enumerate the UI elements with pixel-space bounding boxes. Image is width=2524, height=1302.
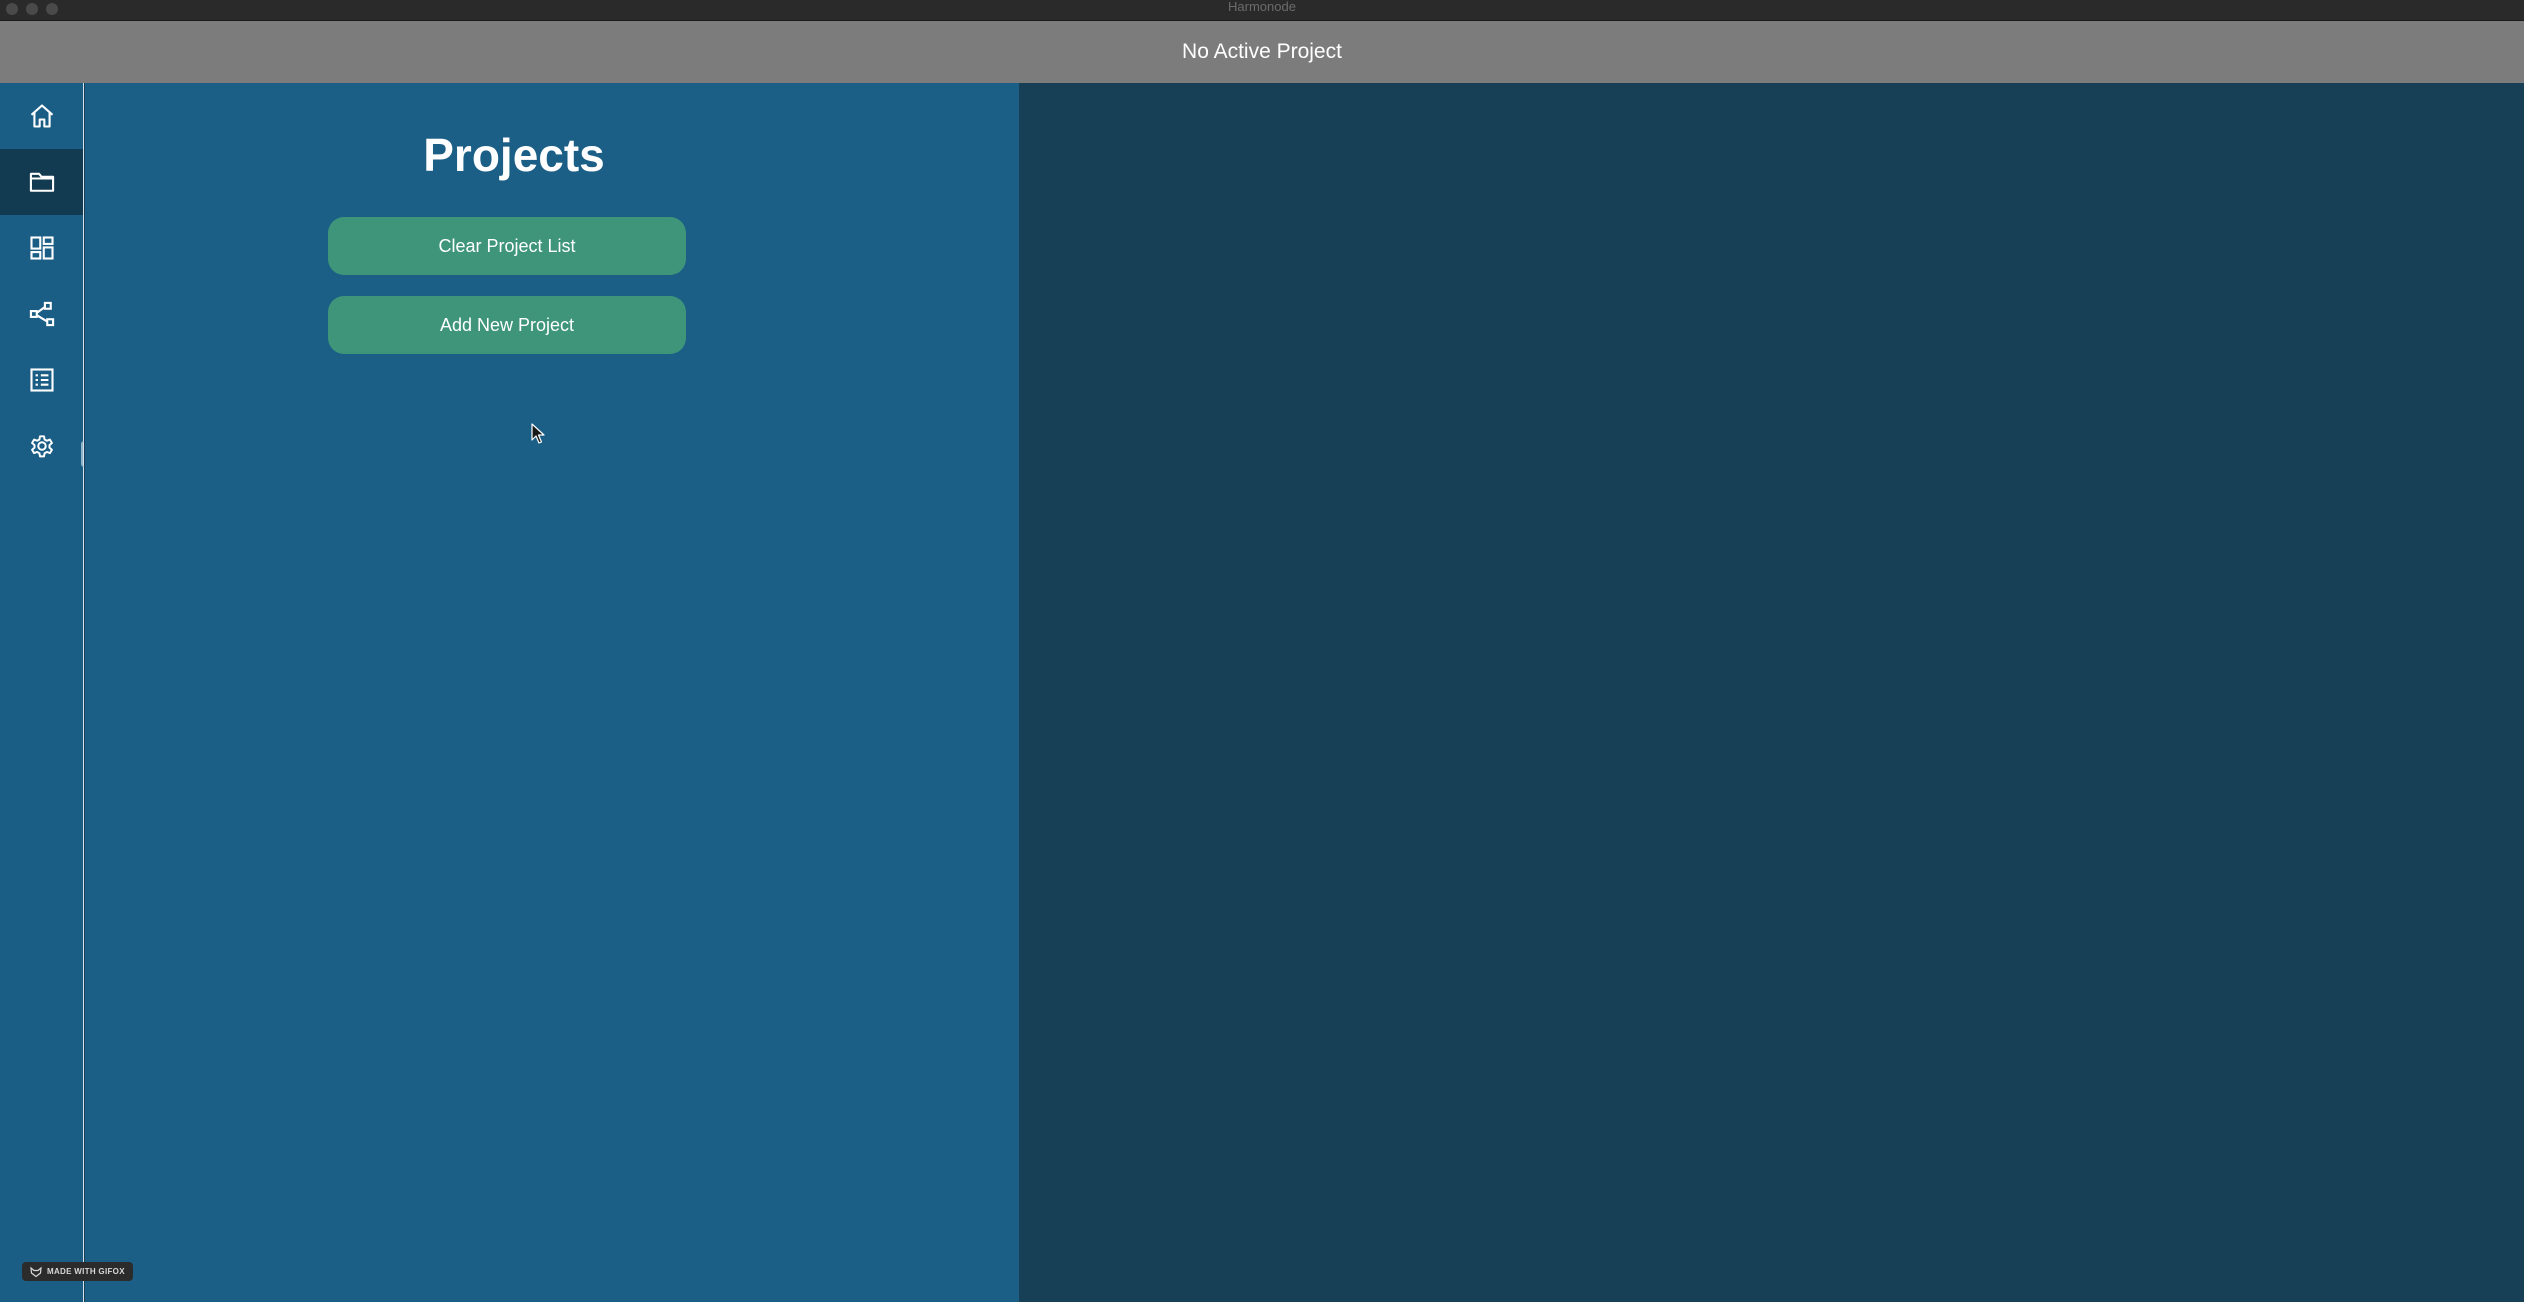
list-icon: [29, 368, 54, 392]
sidebar: [0, 83, 84, 1302]
projects-title: Projects: [423, 129, 605, 181]
mouse-cursor-icon: [531, 423, 545, 444]
sidebar-item-list[interactable]: [0, 347, 83, 413]
clear-project-list-button[interactable]: Clear Project List: [328, 217, 686, 275]
home-icon: [30, 104, 53, 128]
dashboard-icon: [29, 236, 54, 260]
sidebar-item-dashboard[interactable]: [0, 215, 83, 281]
active-project-title: No Active Project: [1182, 40, 1342, 63]
fox-icon: [30, 1266, 42, 1277]
gifox-watermark-label: MADE WITH GIFOX: [47, 1267, 125, 1276]
gear-icon: [30, 435, 53, 458]
gifox-watermark-badge: MADE WITH GIFOX: [22, 1262, 133, 1281]
node-graph-icon: [29, 301, 54, 327]
projects-panel: Projects Clear Project List Add New Proj…: [85, 83, 1019, 1302]
sidebar-item-settings[interactable]: [0, 413, 83, 479]
sidebar-item-home[interactable]: [0, 83, 83, 149]
folder-icon: [29, 172, 54, 192]
app-header: No Active Project: [0, 21, 2524, 83]
main-content-area: [1019, 83, 2524, 1302]
add-new-project-button[interactable]: Add New Project: [328, 296, 686, 354]
sidebar-item-node-graph[interactable]: [0, 281, 83, 347]
window-titlebar: Harmonode: [0, 0, 2524, 21]
window-title: Harmonode: [1228, 0, 1296, 14]
sidebar-item-projects[interactable]: [0, 149, 83, 215]
